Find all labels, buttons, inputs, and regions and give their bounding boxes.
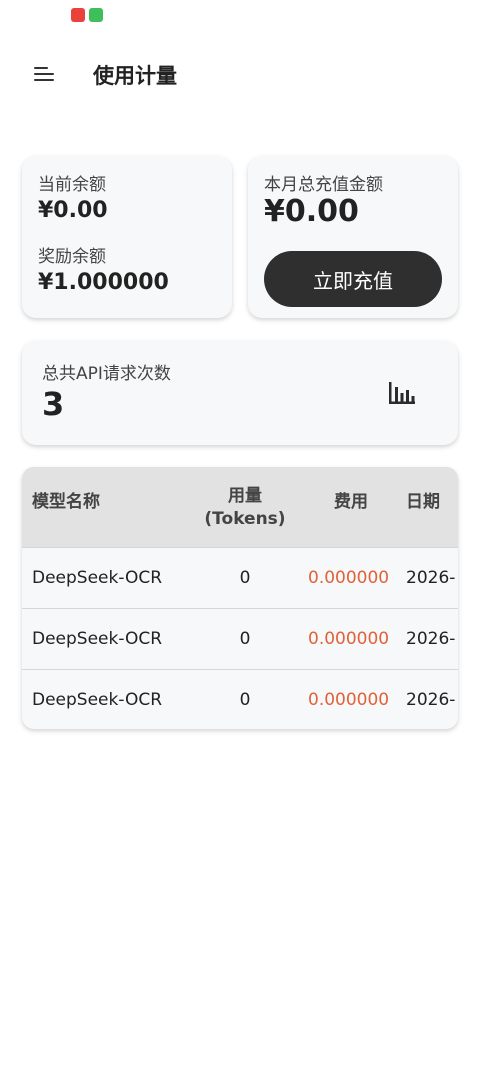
table-row: DeepSeek-OCR 0 0.000000 2026- [22,669,458,729]
cell-usage: 0 [239,568,251,588]
cell-date: 2026- [406,568,456,588]
bar-chart-icon[interactable] [388,381,416,405]
monthly-recharge-value: ¥0.00 [264,194,359,229]
cell-usage: 0 [239,629,251,649]
cell-date: 2026- [406,690,456,710]
huawei-app-icon [71,8,85,22]
api-requests-card: 总共API请求次数 3 [22,341,458,445]
cell-date: 2026- [406,629,456,649]
balance-card: 当前余额 ¥0.00 奖励余额 ¥1.000000 [22,156,232,318]
cell-cost: 0.000000 [308,690,390,710]
recharge-button[interactable]: 立即充值 [264,251,442,307]
status-bar-icons [71,8,103,22]
monthly-recharge-label: 本月总充值金额 [264,175,383,195]
column-header-cost: 费用 [334,492,368,512]
column-header-usage: 用量 (Tokens) [195,485,295,531]
cell-usage: 0 [239,690,251,710]
column-header-usage-line2: (Tokens) [204,509,286,529]
bonus-balance-label: 奖励余额 [38,247,106,267]
usage-table: 模型名称 用量 (Tokens) 费用 日期 DeepSeek-OCR 0 0.… [22,467,458,729]
cell-model: DeepSeek-OCR [32,568,163,588]
page-title: 使用计量 [93,64,177,88]
recharge-card: 本月总充值金额 ¥0.00 立即充值 [248,156,458,318]
table-header: 模型名称 用量 (Tokens) 费用 日期 [22,467,458,547]
api-requests-label: 总共API请求次数 [42,364,171,384]
api-requests-value: 3 [42,385,65,423]
cell-model: DeepSeek-OCR [32,690,163,710]
cell-cost: 0.000000 [308,568,390,588]
table-row: DeepSeek-OCR 0 0.000000 2026- [22,547,458,608]
green-app-icon [89,8,103,22]
column-header-model: 模型名称 [32,492,100,512]
cell-model: DeepSeek-OCR [32,629,163,649]
current-balance-label: 当前余额 [38,175,106,195]
bonus-balance-value: ¥1.000000 [38,270,169,295]
current-balance-value: ¥0.00 [38,198,108,223]
menu-icon[interactable] [34,65,54,83]
table-row: DeepSeek-OCR 0 0.000000 2026- [22,608,458,669]
app-bar: 使用计量 [0,52,480,96]
cell-cost: 0.000000 [308,629,390,649]
column-header-usage-line1: 用量 [228,486,262,506]
column-header-date: 日期 [406,492,440,512]
